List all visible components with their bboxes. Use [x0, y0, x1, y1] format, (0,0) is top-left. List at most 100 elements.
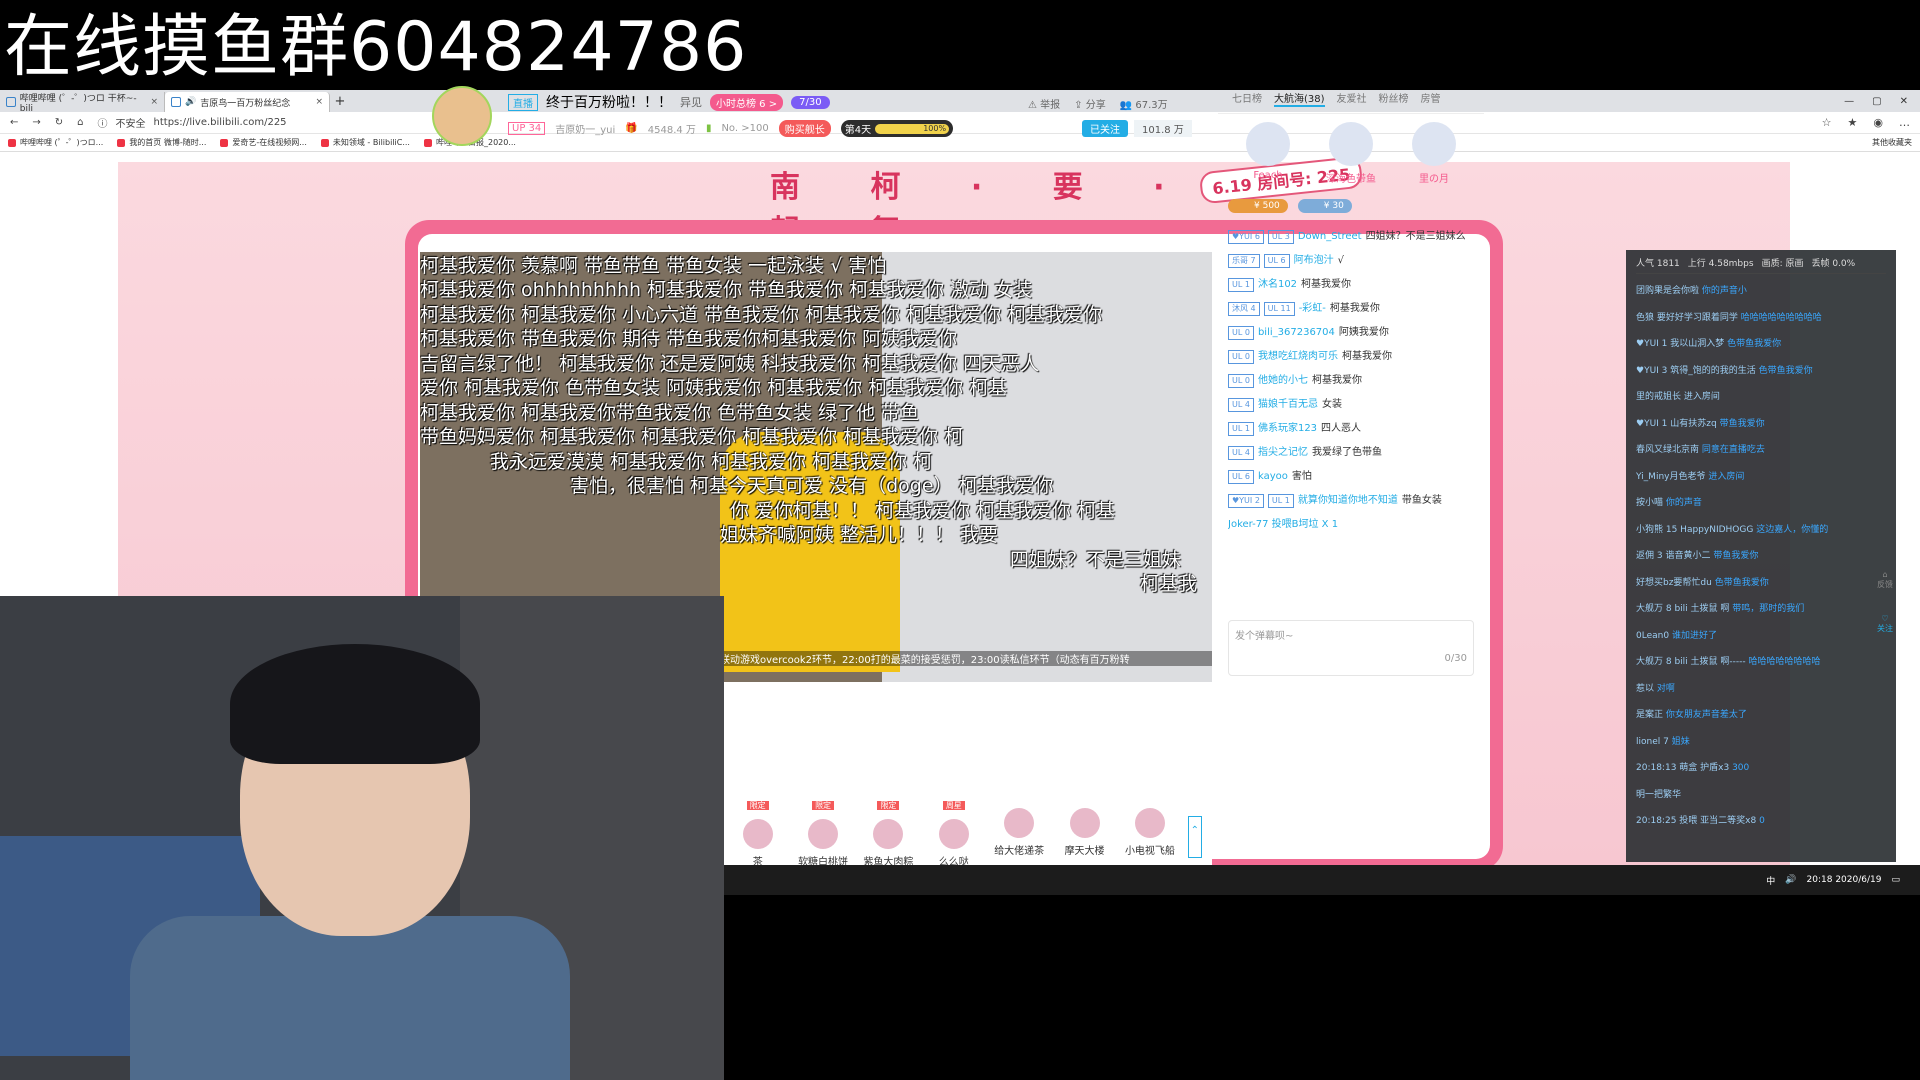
bookmark-icon [117, 138, 126, 147]
panel-row: 是案正 你女朋友声音差太了 [1636, 702, 1886, 729]
follow-heart-icon[interactable]: ♡ 关注 [1870, 614, 1900, 634]
bookmark-icon [320, 138, 329, 147]
username[interactable]: 猫娘千百无忌 [1258, 393, 1318, 417]
danmaku-input[interactable]: 发个弹幕呗~ 0/30 [1228, 620, 1474, 676]
medal-day: 第4天 [844, 125, 872, 136]
tab-fans[interactable]: 粉丝榜 [1379, 90, 1409, 107]
other-bookmarks[interactable]: 其他收藏夹 [1872, 137, 1912, 148]
panel-row: 返佣 3 谐音黄小二 带鱼我爱你 [1636, 543, 1886, 570]
username[interactable]: 就算你知道你地不知道 [1298, 489, 1398, 513]
event-progress-badge[interactable]: 7/30 [791, 95, 830, 109]
panel-msg: 带鱼我爱你 [1713, 551, 1759, 561]
gift-item[interactable]: 周星 么么哒 [926, 800, 981, 868]
chat-message: ♥YUI 2 UL 1 就算你知道你地不知道 带鱼女装 [1228, 489, 1474, 513]
gift-item[interactable]: 给大佬递茶 [992, 800, 1047, 858]
username[interactable]: 佛系玩家123 [1258, 417, 1317, 441]
ime-indicator[interactable]: 中 [1766, 874, 1775, 887]
rank-item[interactable]: 深海色带鱼 [1326, 122, 1376, 185]
gift-item[interactable]: 限定茶 [730, 800, 785, 868]
rank-item[interactable]: Feach [1246, 122, 1290, 185]
danmaku-line: 柯基我爱你 柯基我爱你 小心六道 带鱼我爱你 柯基我爱你 柯基我爱你 柯基我爱你 [420, 304, 1103, 326]
tab-weekly[interactable]: 七日榜 [1232, 90, 1262, 107]
feedback-icon[interactable]: ⌂ 反馈 [1870, 570, 1900, 590]
rank-item[interactable]: 里の月 [1412, 122, 1456, 185]
message-text: 柯基我爱你 [1341, 351, 1392, 362]
home-icon[interactable]: ⌂ [77, 117, 83, 128]
user-level: UL 1 [1228, 278, 1254, 292]
gift-item[interactable]: 摩天大楼 [1057, 800, 1112, 858]
back-icon[interactable]: ← [10, 117, 18, 128]
bookmark-item[interactable]: 爱奇艺-在线视频网... [220, 137, 307, 148]
feedback-link[interactable]: 异见 [680, 94, 702, 110]
area-tag[interactable]: 直播 [508, 93, 538, 111]
forward-icon[interactable]: → [32, 117, 40, 128]
gift-tag: 周星 [942, 801, 965, 810]
stat-dropped: 丢帧 0.0% [1811, 259, 1856, 269]
username[interactable]: kayoo [1258, 465, 1288, 489]
more-icon[interactable]: … [1899, 116, 1910, 129]
bookmark-item[interactable]: 哔哩哔哩 (゜-゜)つロ... [8, 137, 103, 148]
panel-user: 里的戒姐长 进入房间 [1636, 392, 1720, 402]
buy-guard-button[interactable]: 购买舰长 [778, 120, 831, 137]
fan-badge: 沐风 4 [1228, 302, 1260, 316]
streamer-avatar[interactable] [432, 86, 492, 146]
gift-tag: 限定 [746, 801, 769, 810]
rank-icon: ▮ [705, 123, 712, 134]
chat-message: UL 0 bili_367236704 阿姨我爱你 [1228, 321, 1474, 345]
bookmark-item[interactable]: 我的首页 微博-随时... [117, 137, 206, 148]
close-icon[interactable]: × [315, 97, 323, 107]
tab-admins[interactable]: 房管 [1421, 90, 1441, 107]
notification-icon[interactable]: ▭ [1891, 875, 1900, 885]
expand-gifts-icon[interactable]: ⌃ [1187, 816, 1203, 858]
gift-line: Joker-77 投喂B坷垃 X 1 [1228, 519, 1339, 530]
superchat-item[interactable]: ¥ 30 [1297, 199, 1352, 213]
panel-msg: 哈哈哈哈哈哈哈哈 [1748, 657, 1821, 667]
username[interactable]: 指尖之记忆 [1258, 441, 1308, 465]
username[interactable]: bili_367236704 [1258, 321, 1335, 345]
username[interactable]: -彩虹- [1299, 297, 1326, 321]
reload-icon[interactable]: ↻ [55, 117, 63, 128]
gift-item[interactable]: 限定 软糖白桃饼 [795, 800, 850, 868]
minimize-icon[interactable]: — [1844, 96, 1854, 107]
panel-msg: 你女朋友声音差太了 [1665, 710, 1747, 720]
panel-msg: 同意在直播吃去 [1701, 445, 1765, 455]
favorite-star-icon[interactable]: ☆ [1822, 116, 1832, 129]
profile-avatar[interactable]: ◉ [1873, 116, 1883, 129]
follow-button[interactable]: 已关注 [1082, 120, 1128, 137]
gift-icon [1069, 808, 1100, 838]
up-name[interactable]: 吉原奶一_yui [555, 121, 615, 136]
maximize-icon[interactable]: ▢ [1872, 96, 1881, 107]
report-button[interactable]: ⚠ 举报 [1028, 96, 1060, 111]
danmaku-line: 你 爱你柯基！！ 柯基我爱你 柯基我爱你 柯基 [730, 500, 1116, 522]
message-text: 女装 [1321, 399, 1342, 410]
share-button[interactable]: ⇪ 分享 [1074, 96, 1106, 111]
favorites-icon[interactable]: ★ [1848, 116, 1858, 129]
close-window-icon[interactable]: ✕ [1900, 96, 1908, 107]
volume-icon[interactable]: 🔊 [1785, 875, 1796, 885]
tab-live-room[interactable]: 🔊 吉原鸟一百万粉丝纪念 × [165, 92, 330, 112]
panel-user: 按小喵 [1636, 498, 1664, 508]
gift-item[interactable]: 限定 紫鱼大肉粽 [861, 800, 916, 868]
panel-user: 大舰万 8 bili 土拨鼠 啊----- [1636, 657, 1746, 667]
hourly-rank-badge[interactable]: 小时总榜 6 > [710, 93, 784, 111]
bookmark-item[interactable]: 未知领域 - BilibiliC... [320, 137, 410, 148]
gift-item[interactable]: 小电视飞船 [1122, 800, 1177, 858]
tab-friends[interactable]: 友爱社 [1337, 90, 1367, 107]
address-field[interactable]: ⓘ 不安全 https://live.bilibili.com/225 [98, 115, 287, 130]
username[interactable]: 他她的小七 [1258, 369, 1308, 393]
username[interactable]: 沐名102 [1258, 273, 1297, 297]
username[interactable]: 我想吃红烧肉可乐 [1258, 345, 1338, 369]
superchat-item[interactable]: ¥ 500 [1228, 199, 1288, 213]
close-icon[interactable]: × [150, 97, 158, 107]
bookmark-label: 我的首页 微博-随时... [129, 138, 207, 147]
avatar [1246, 122, 1290, 166]
clock[interactable]: 20:18 2020/6/19 [1807, 875, 1882, 885]
user-level: UL 1 [1267, 494, 1294, 508]
new-tab-button[interactable]: + [330, 92, 350, 112]
panel-user: 好想买bz要帮忙du [1636, 577, 1712, 588]
username[interactable]: 阿布泡汁 [1294, 249, 1334, 273]
tab-bilibili-home[interactable]: 哔哩哔哩 (゜-゜)つロ 干杯~-bili × [0, 92, 165, 114]
tab-guards[interactable]: 大航海(38) [1274, 90, 1325, 107]
username[interactable]: Down_Street [1298, 225, 1362, 249]
message-text: 四人恶人 [1321, 423, 1362, 434]
